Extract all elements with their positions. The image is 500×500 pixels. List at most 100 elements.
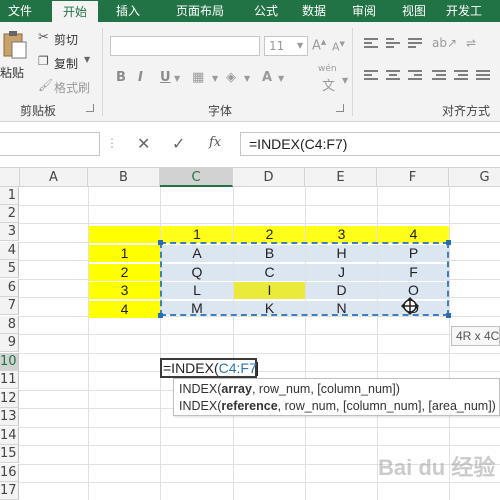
paste-icon	[3, 31, 27, 59]
table-row-header[interactable]: 2	[89, 264, 160, 281]
fill-color-icon[interactable]: ◈	[226, 70, 236, 85]
decrease-font-icon[interactable]: A▼	[332, 40, 345, 54]
row-header[interactable]: 16	[0, 464, 19, 482]
range-handle[interactable]	[158, 240, 163, 245]
chevron-down-icon: ▼	[342, 76, 349, 85]
tooltip-arg-bold: array	[221, 382, 252, 396]
orientation-icon[interactable]: ab↗	[432, 36, 457, 50]
font-size-dropdown[interactable]: 11 ▼	[264, 36, 308, 56]
row-header[interactable]: 3	[0, 223, 19, 241]
range-size-tooltip: 4R x 4C	[451, 326, 500, 346]
column-header-g[interactable]: G	[449, 168, 500, 187]
tab-view[interactable]: 视图	[394, 0, 434, 22]
tab-insert[interactable]: 插入	[108, 0, 148, 22]
cancel-icon[interactable]: ✕	[137, 134, 150, 153]
group-divider	[102, 28, 103, 116]
font-color-icon[interactable]: A	[262, 70, 272, 85]
borders-icon[interactable]: ▦	[192, 70, 204, 85]
formula-input[interactable]: =INDEX(C4:F7)	[240, 132, 500, 156]
paste-button[interactable]: 粘贴	[0, 28, 30, 86]
row-header[interactable]: 6	[0, 279, 19, 297]
row-header[interactable]: 9	[0, 334, 19, 352]
italic-button[interactable]: I	[138, 70, 143, 85]
column-header-c[interactable]: C	[160, 168, 233, 187]
tab-developer[interactable]: 开发工	[446, 0, 500, 22]
range-handle[interactable]	[158, 313, 163, 318]
row-header[interactable]: 15	[0, 445, 19, 463]
table-col-header[interactable]: 4	[378, 226, 449, 243]
enter-icon[interactable]: ✓	[172, 134, 185, 153]
row-header[interactable]: 14	[0, 427, 19, 445]
clipboard-group-label: 剪贴板	[20, 104, 57, 118]
middle-align-icon[interactable]	[386, 38, 400, 50]
format-painter-button[interactable]: 🖌 格式刷	[36, 78, 96, 96]
row-header[interactable]: 1	[0, 187, 19, 205]
table-corner-cell[interactable]	[89, 226, 160, 243]
bottom-align-icon[interactable]	[408, 38, 422, 50]
group-divider	[352, 28, 353, 116]
underline-button[interactable]: U	[160, 70, 171, 85]
decrease-indent-icon[interactable]	[432, 70, 446, 82]
range-handle[interactable]	[446, 240, 451, 245]
insert-function-button[interactable]: fx	[209, 135, 221, 150]
tab-data[interactable]: 数据	[294, 0, 334, 22]
row-header[interactable]: 4	[0, 242, 19, 260]
name-box[interactable]	[0, 132, 100, 156]
tooltip-arg-bold: reference	[221, 399, 278, 413]
move-cursor-icon	[401, 297, 419, 315]
column-header-a[interactable]: A	[20, 168, 88, 187]
column-header-e[interactable]: E	[305, 168, 377, 187]
align-center-icon[interactable]	[386, 70, 400, 82]
align-left-icon[interactable]	[364, 70, 378, 82]
row-header-selected[interactable]: 10	[0, 353, 19, 371]
baidu-watermark: Bai du 经验	[378, 455, 496, 480]
column-header-f[interactable]: F	[377, 168, 449, 187]
table-row-header[interactable]: 4	[89, 301, 160, 318]
cut-button[interactable]: ✂ 剪切	[36, 30, 86, 48]
column-header-d[interactable]: D	[233, 168, 305, 187]
align-right-icon[interactable]	[408, 70, 422, 82]
table-row-header[interactable]: 3	[89, 282, 160, 299]
increase-font-icon[interactable]: A▲	[312, 38, 326, 53]
phonetic-button[interactable]: wén 文 ▼	[318, 64, 348, 94]
row-header[interactable]: 2	[0, 205, 19, 223]
tab-page-layout[interactable]: 页面布局	[160, 0, 240, 22]
row-header[interactable]: 17	[0, 482, 19, 500]
row-header[interactable]: 5	[0, 260, 19, 278]
brush-icon: 🖌	[38, 78, 54, 92]
clipboard-launcher-icon[interactable]	[86, 104, 94, 112]
table-col-header[interactable]: 1	[161, 226, 233, 243]
formula-bar-handle-icon[interactable]: ⋮	[106, 136, 118, 150]
row-header[interactable]: 13	[0, 408, 19, 426]
tab-formulas[interactable]: 公式	[246, 0, 286, 22]
row-header[interactable]: 11	[0, 371, 19, 389]
tab-home[interactable]: 开始	[52, 1, 98, 22]
font-launcher-icon[interactable]	[336, 104, 344, 112]
formula-bar: ⋮ ✕ ✓ fx =INDEX(C4:F7)	[0, 122, 500, 168]
chevron-down-icon: ▼	[278, 74, 285, 83]
merge-center-icon[interactable]	[476, 70, 490, 82]
tab-file[interactable]: 文件	[0, 0, 40, 22]
range-handle[interactable]	[446, 313, 451, 318]
increase-indent-icon[interactable]	[454, 70, 468, 82]
row-header[interactable]: 8	[0, 316, 19, 334]
table-col-header[interactable]: 2	[234, 226, 305, 243]
table-row-header[interactable]: 1	[89, 245, 160, 262]
wrap-text-icon[interactable]: ⇌	[466, 36, 476, 50]
select-all-corner[interactable]	[0, 168, 20, 187]
table-col-header[interactable]: 3	[306, 226, 377, 243]
row-header[interactable]: 12	[0, 390, 19, 408]
tooltip-signature-2[interactable]: INDEX(reference, row_num, [column_num], …	[179, 398, 496, 415]
bold-button[interactable]: B	[116, 70, 126, 85]
row-header[interactable]: 7	[0, 297, 19, 315]
column-header-b[interactable]: B	[88, 168, 160, 187]
scissors-icon: ✂	[38, 30, 49, 45]
function-signature-tooltip: INDEX(array, row_num, [column_num]) INDE…	[173, 378, 500, 416]
font-name-dropdown[interactable]	[110, 36, 260, 56]
top-align-icon[interactable]	[364, 38, 378, 50]
copy-button[interactable]: ❐ 复制 ▼	[36, 54, 96, 72]
active-cell-editor[interactable]: =INDEX(C4:F7	[160, 358, 258, 378]
tooltip-signature-1[interactable]: INDEX(array, row_num, [column_num])	[179, 381, 494, 398]
chevron-down-icon: ▼	[244, 74, 251, 83]
tab-review[interactable]: 审阅	[344, 0, 384, 22]
